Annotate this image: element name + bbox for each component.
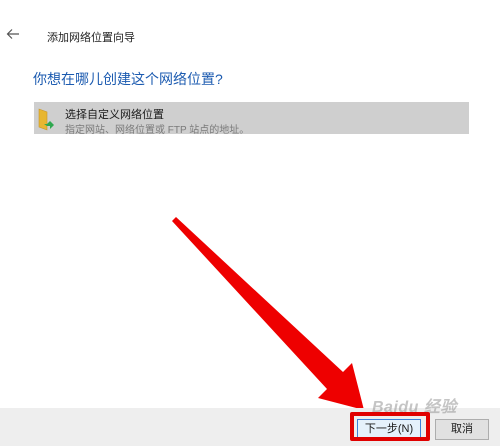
back-arrow-icon[interactable] [6,27,20,41]
option-title: 选择自定义网络位置 [65,109,164,121]
title-bar: 添加网络位置向导 [0,0,500,60]
red-annotation-arrow [172,217,364,410]
page-heading: 你想在哪儿创建这个网络位置? [33,71,223,87]
option-description: 指定网站、网络位置或 FTP 站点的地址。 [65,125,250,136]
folder-icon [38,107,56,131]
wizard-title: 添加网络位置向导 [47,32,135,44]
custom-network-location-option[interactable]: 选择自定义网络位置 指定网站、网络位置或 FTP 站点的地址。 [34,102,469,136]
next-button-highlight [350,412,430,441]
cancel-button[interactable]: 取消 [435,419,489,440]
